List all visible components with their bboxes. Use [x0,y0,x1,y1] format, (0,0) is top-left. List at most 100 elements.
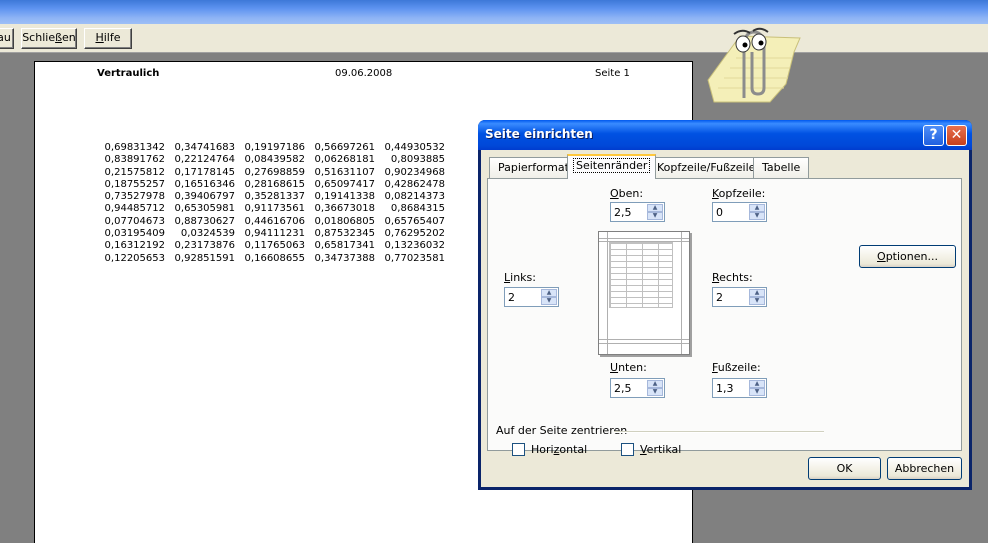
cancel-label: Abbrechen [894,462,955,475]
table-row: 0,94485712 0,65305981 0,91173561 0,36673018… [95,201,445,214]
label-part: Hori [531,443,554,456]
label-part: K [712,187,719,200]
page-header-page-number: Seite 1 [595,68,630,79]
group-divider [614,431,824,433]
preview-left-margin-line [607,232,608,354]
vertical-center-checkbox[interactable] [621,443,634,456]
toolbar-button-partial[interactable]: au [0,28,14,49]
vertical-center-label[interactable]: Vertikal [640,443,681,456]
table-cell: 0,16608655 [244,252,305,264]
help-label-key: H [95,31,104,44]
table-row: 0,83891762 0,22124764 0,08439582 0,06268181… [95,152,445,165]
page-header-left: Vertraulich [97,68,160,79]
spin-down-icon[interactable]: ▼ [749,212,765,220]
label-part: opfzeile: [718,187,766,200]
page-setup-dialog: Seite einrichten ? ✕ Papierformat Seiten… [478,120,972,490]
preview-footer-line [599,343,689,344]
spin-down-icon[interactable]: ▼ [541,297,557,305]
options-label-key: O [877,250,886,263]
table-cell: 0,34737388 [314,252,375,264]
top-margin-label: Oben: [610,187,643,200]
label-part: V [640,443,647,456]
window-titlebar [0,0,988,24]
ok-button[interactable]: OK [808,457,881,480]
label-part: O [610,187,619,200]
tab-label: Kopfzeile/Fußzeile [657,161,756,174]
table-row: 0,03195409 0,0324539 0,94111231 0,87532345 0… [95,226,445,239]
center-on-page-group-label: Auf der Seite zentrieren [496,424,628,437]
help-icon: ? [929,127,938,143]
help-label-post: ilfe [103,31,121,44]
margin-preview [598,231,690,355]
spin-up-icon[interactable]: ▲ [749,204,765,212]
close-button[interactable]: Schließen [21,28,77,49]
label-part: ertikal [646,443,682,456]
toolbar-partial-label: au [0,31,11,44]
tab-kopfzeile-fusszeile[interactable]: Kopfzeile/Fußzeile [648,157,765,178]
spin-down-icon[interactable]: ▼ [647,388,663,396]
options-button[interactable]: Optionen... [859,245,956,268]
label-part: ontal [559,443,588,456]
table-row: 0,21575812 0,17178145 0,27698859 0,51631107… [95,165,445,178]
dialog-title: Seite einrichten [485,127,593,141]
horizontal-center-label[interactable]: Horizontal [531,443,587,456]
spin-up-icon[interactable]: ▲ [647,204,663,212]
horizontal-center-checkbox[interactable] [512,443,525,456]
footer-margin-label: Fußzeile: [712,361,761,374]
preview-header-line [599,238,689,239]
spin-down-icon[interactable]: ▼ [749,297,765,305]
close-label-post: en [62,31,76,44]
top-margin-spinner[interactable]: 2,5 ▲ ▼ [610,202,665,222]
spin-up-icon[interactable]: ▲ [647,380,663,388]
label-part: nten: [618,361,647,374]
table-row: 0,18755257 0,16516346 0,28168615 0,65097417… [95,177,445,190]
table-cell: 0,77023581 [384,252,445,264]
close-icon: ✕ [950,127,963,143]
header-margin-value: 0 [716,206,723,219]
spin-down-icon[interactable]: ▼ [647,212,663,220]
table-row: 0,07704673 0,88730627 0,44616706 0,01806805… [95,214,445,227]
spin-up-icon[interactable]: ▲ [749,289,765,297]
table-row: 0,12205653 0,92851591 0,16608655 0,34737388… [95,251,445,264]
bottom-margin-spinner[interactable]: 2,5 ▲ ▼ [610,378,665,398]
page-header-date: 09.06.2008 [335,68,393,79]
table-row: 0,73527978 0,39406797 0,35281337 0,19141338… [95,189,445,202]
top-margin-value: 2,5 [614,206,632,219]
footer-margin-spinner[interactable]: 1,3 ▲ ▼ [712,378,767,398]
close-label-key: ß [55,31,63,44]
left-margin-spinner[interactable]: 2 ▲ ▼ [504,287,559,307]
dialog-titlebar[interactable]: Seite einrichten ? ✕ [478,120,972,150]
right-margin-spinner[interactable]: 2 ▲ ▼ [712,287,767,307]
tab-papierformat[interactable]: Papierformat [489,157,578,178]
dialog-help-button[interactable]: ? [923,125,944,146]
ok-label: OK [836,462,853,475]
dialog-close-button[interactable]: ✕ [946,125,967,146]
spin-up-icon[interactable]: ▲ [749,380,765,388]
right-margin-label: Rechts: [712,271,753,284]
tab-tabelle[interactable]: Tabelle [753,157,810,178]
left-margin-value: 2 [508,291,515,304]
data-grid: 0,69831342 0,34741683 0,19197186 0,56697261… [95,140,445,264]
tab-label: Papierformat [498,161,569,174]
right-margin-value: 2 [716,291,723,304]
label-part: ben: [618,187,644,200]
preview-bottom-margin-line [599,339,689,340]
preview-table [609,242,673,308]
label-part: inks: [510,271,536,284]
spin-down-icon[interactable]: ▼ [749,388,765,396]
cancel-button[interactable]: Abbrechen [887,457,962,480]
header-margin-spinner[interactable]: 0 ▲ ▼ [712,202,767,222]
table-cell: 0,92851591 [174,252,235,264]
preview-toolbar: au Schließen Hilfe [0,24,988,53]
tab-seitenraender[interactable]: Seitenränder [567,154,657,179]
header-margin-label: Kopfzeile: [712,187,765,200]
spin-up-icon[interactable]: ▲ [541,289,557,297]
office-assistant-clippy-icon [707,27,801,103]
help-button[interactable]: Hilfe [84,28,132,49]
bottom-margin-label: Unten: [610,361,647,374]
footer-margin-value: 1,3 [716,382,734,395]
dialog-body: Papierformat Seitenränder Kopfzeile/Fußz… [481,150,969,487]
label-part: ußzeile: [717,361,761,374]
margins-tab-panel: Oben: 2,5 ▲ ▼ Kopfzeile: 0 ▲ ▼ Links: 2 … [487,178,962,456]
tab-label: Tabelle [762,161,801,174]
